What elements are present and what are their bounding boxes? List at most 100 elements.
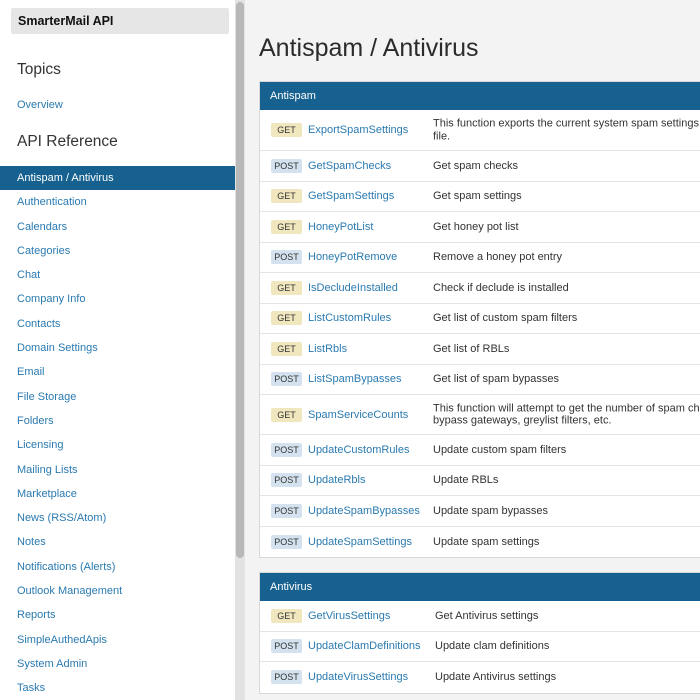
sidebar-item-categories[interactable]: Categories bbox=[0, 239, 235, 263]
description-line: This function will attempt to get the nu… bbox=[433, 402, 700, 414]
function-link[interactable]: UpdateSpamSettings bbox=[308, 536, 412, 548]
main-content: Antispam / Antivirus Antispam GET ExportSp… bbox=[245, 0, 700, 700]
description-line: Update RBLs bbox=[433, 474, 499, 486]
description-line: Update Antivirus settings bbox=[435, 671, 557, 683]
method-badge: POST bbox=[271, 250, 302, 265]
panel-antivirus: Antivirus GET GetVirusSettings Get Antiviru… bbox=[259, 572, 700, 694]
method-badge: POST bbox=[271, 503, 302, 518]
function-description: Get spam checks bbox=[433, 160, 518, 173]
function-description: Get honey pot list bbox=[433, 221, 519, 234]
panel-heading: Antivirus bbox=[260, 573, 700, 601]
table-row: POST ListSpamBypasses Get list of spam byp… bbox=[260, 365, 700, 395]
sidebar-item-company-info[interactable]: Company Info bbox=[0, 287, 235, 311]
method-badge: POST bbox=[271, 473, 302, 488]
method-badge: POST bbox=[271, 372, 302, 387]
function-description: Update spam settings bbox=[433, 536, 539, 549]
function-description: Update spam bypasses bbox=[433, 505, 548, 518]
function-link[interactable]: ExportSpamSettings bbox=[308, 124, 408, 136]
method-badge: GET bbox=[271, 280, 302, 295]
function-link[interactable]: GetSpamChecks bbox=[308, 160, 391, 172]
sidebar-item-marketplace[interactable]: Marketplace bbox=[0, 482, 235, 506]
function-link[interactable]: UpdateRbls bbox=[308, 474, 365, 486]
sidebar-item-folders[interactable]: Folders bbox=[0, 409, 235, 433]
description-line: Get list of RBLs bbox=[433, 342, 510, 355]
function-link[interactable]: ListSpamBypasses bbox=[308, 373, 402, 385]
sidebar-item-notes[interactable]: Notes bbox=[0, 530, 235, 554]
method-badge: POST bbox=[271, 670, 302, 685]
sidebar-item-contacts[interactable]: Contacts bbox=[0, 312, 235, 336]
function-link[interactable]: ListCustomRules bbox=[308, 312, 391, 324]
sidebar-item-system-admin[interactable]: System Admin bbox=[0, 652, 235, 676]
method-badge: GET bbox=[271, 189, 302, 204]
table-row: POST GetSpamChecks Get spam checks bbox=[260, 151, 700, 182]
function-link[interactable]: UpdateSpamBypasses bbox=[308, 505, 420, 517]
brand-title[interactable]: SmarterMail API bbox=[11, 8, 229, 34]
table-row: POST UpdateSpamSettings Update spam settin… bbox=[260, 527, 700, 558]
table-row: GET GetVirusSettings Get Antivirus setting… bbox=[260, 601, 700, 632]
function-link[interactable]: ListRbls bbox=[308, 343, 347, 355]
function-description: Get list of RBLs bbox=[433, 343, 509, 356]
sidebar-item-chat[interactable]: Chat bbox=[0, 263, 235, 287]
sidebar-item-licensing[interactable]: Licensing bbox=[0, 433, 235, 457]
sidebar: SmarterMail API Topics Overview API Refe… bbox=[0, 0, 235, 700]
table-row: POST UpdateRbls Update RBLs bbox=[260, 466, 700, 496]
function-link[interactable]: UpdateVirusSettings bbox=[308, 671, 408, 683]
sidebar-item-authentication[interactable]: Authentication bbox=[0, 190, 235, 214]
panel-antispam: Antispam GET ExportSpamSettings This functi… bbox=[259, 81, 700, 558]
method-badge: GET bbox=[271, 311, 302, 326]
table-row: GET HoneyPotList Get honey pot list bbox=[260, 212, 700, 243]
sidebar-item-tasks[interactable]: Tasks bbox=[0, 676, 235, 700]
sidebar-scrollbar-thumb[interactable] bbox=[236, 2, 244, 558]
table-row: GET ExportSpamSettings This function expor… bbox=[260, 110, 700, 151]
sidebar-item-notifications-alerts[interactable]: Notifications (Alerts) bbox=[0, 555, 235, 579]
function-link[interactable]: UpdateClamDefinitions bbox=[308, 640, 421, 652]
function-link[interactable]: GetSpamSettings bbox=[308, 190, 394, 202]
sidebar-scrollbar[interactable] bbox=[235, 0, 245, 700]
sidebar-item-mailing-lists[interactable]: Mailing Lists bbox=[0, 458, 235, 482]
function-description: Update RBLs bbox=[433, 474, 498, 487]
function-link[interactable]: IsDecludeInstalled bbox=[308, 282, 398, 294]
function-link[interactable]: UpdateCustomRules bbox=[308, 444, 410, 456]
sidebar-item-domain-settings[interactable]: Domain Settings bbox=[0, 336, 235, 360]
table-row: GET IsDecludeInstalled Check if declude is… bbox=[260, 273, 700, 304]
description-line: bypass gateways, greylist filters, etc. bbox=[433, 414, 612, 427]
description-line: Update spam settings bbox=[433, 535, 540, 548]
function-link[interactable]: HoneyPotList bbox=[308, 221, 373, 233]
description-line: Update custom spam filters bbox=[433, 443, 567, 456]
sidebar-item-antispam-antivirus[interactable]: Antispam / Antivirus bbox=[0, 166, 235, 191]
sidebar-item-outlook-management[interactable]: Outlook Management bbox=[0, 579, 235, 603]
table-row: POST UpdateClamDefinitions Update clam def… bbox=[260, 632, 700, 662]
page-title: Antispam / Antivirus bbox=[259, 34, 479, 62]
method-badge: POST bbox=[271, 639, 302, 654]
description-line: Get spam checks bbox=[433, 159, 518, 172]
function-description: Get list of custom spam filters bbox=[433, 312, 577, 325]
api-reference-nav: Antispam / Antivirus Authentication Calend… bbox=[0, 166, 235, 700]
function-link[interactable]: SpamServiceCounts bbox=[308, 409, 408, 421]
sidebar-item-file-storage[interactable]: File Storage bbox=[0, 385, 235, 409]
sidebar-item-calendars[interactable]: Calendars bbox=[0, 215, 235, 239]
description-line: Update clam definitions bbox=[435, 640, 550, 652]
description-line: Get list of custom spam filters bbox=[433, 312, 578, 324]
method-badge: POST bbox=[271, 442, 302, 457]
function-description: Get spam settings bbox=[433, 190, 522, 203]
sidebar-item-news-rss-atom[interactable]: News (RSS/Atom) bbox=[0, 506, 235, 530]
method-badge: GET bbox=[271, 219, 302, 234]
function-link[interactable]: HoneyPotRemove bbox=[308, 251, 397, 263]
function-description: Update Antivirus settings bbox=[435, 671, 556, 684]
description-line: Get Antivirus settings bbox=[435, 609, 539, 622]
function-link[interactable]: GetVirusSettings bbox=[308, 610, 390, 622]
method-badge: POST bbox=[271, 534, 302, 549]
method-badge: GET bbox=[271, 407, 302, 422]
sidebar-item-reports[interactable]: Reports bbox=[0, 603, 235, 627]
sidebar-item-email[interactable]: Email bbox=[0, 360, 235, 384]
sidebar-item-simpleauthedapis[interactable]: SimpleAuthedApis bbox=[0, 628, 235, 652]
table-row: POST UpdateSpamBypasses Update spam bypass… bbox=[260, 496, 700, 527]
function-description: Get Antivirus settings bbox=[435, 610, 538, 623]
function-description: Check if declude is installed bbox=[433, 282, 569, 295]
table-row: POST UpdateVirusSettings Update Antivirus … bbox=[260, 662, 700, 693]
overview-link[interactable]: Overview bbox=[17, 99, 63, 112]
method-badge: GET bbox=[271, 341, 302, 356]
method-badge: GET bbox=[271, 123, 302, 137]
table-row: GET SpamServiceCounts This function will a… bbox=[260, 395, 700, 435]
topics-heading: Topics bbox=[17, 61, 61, 78]
